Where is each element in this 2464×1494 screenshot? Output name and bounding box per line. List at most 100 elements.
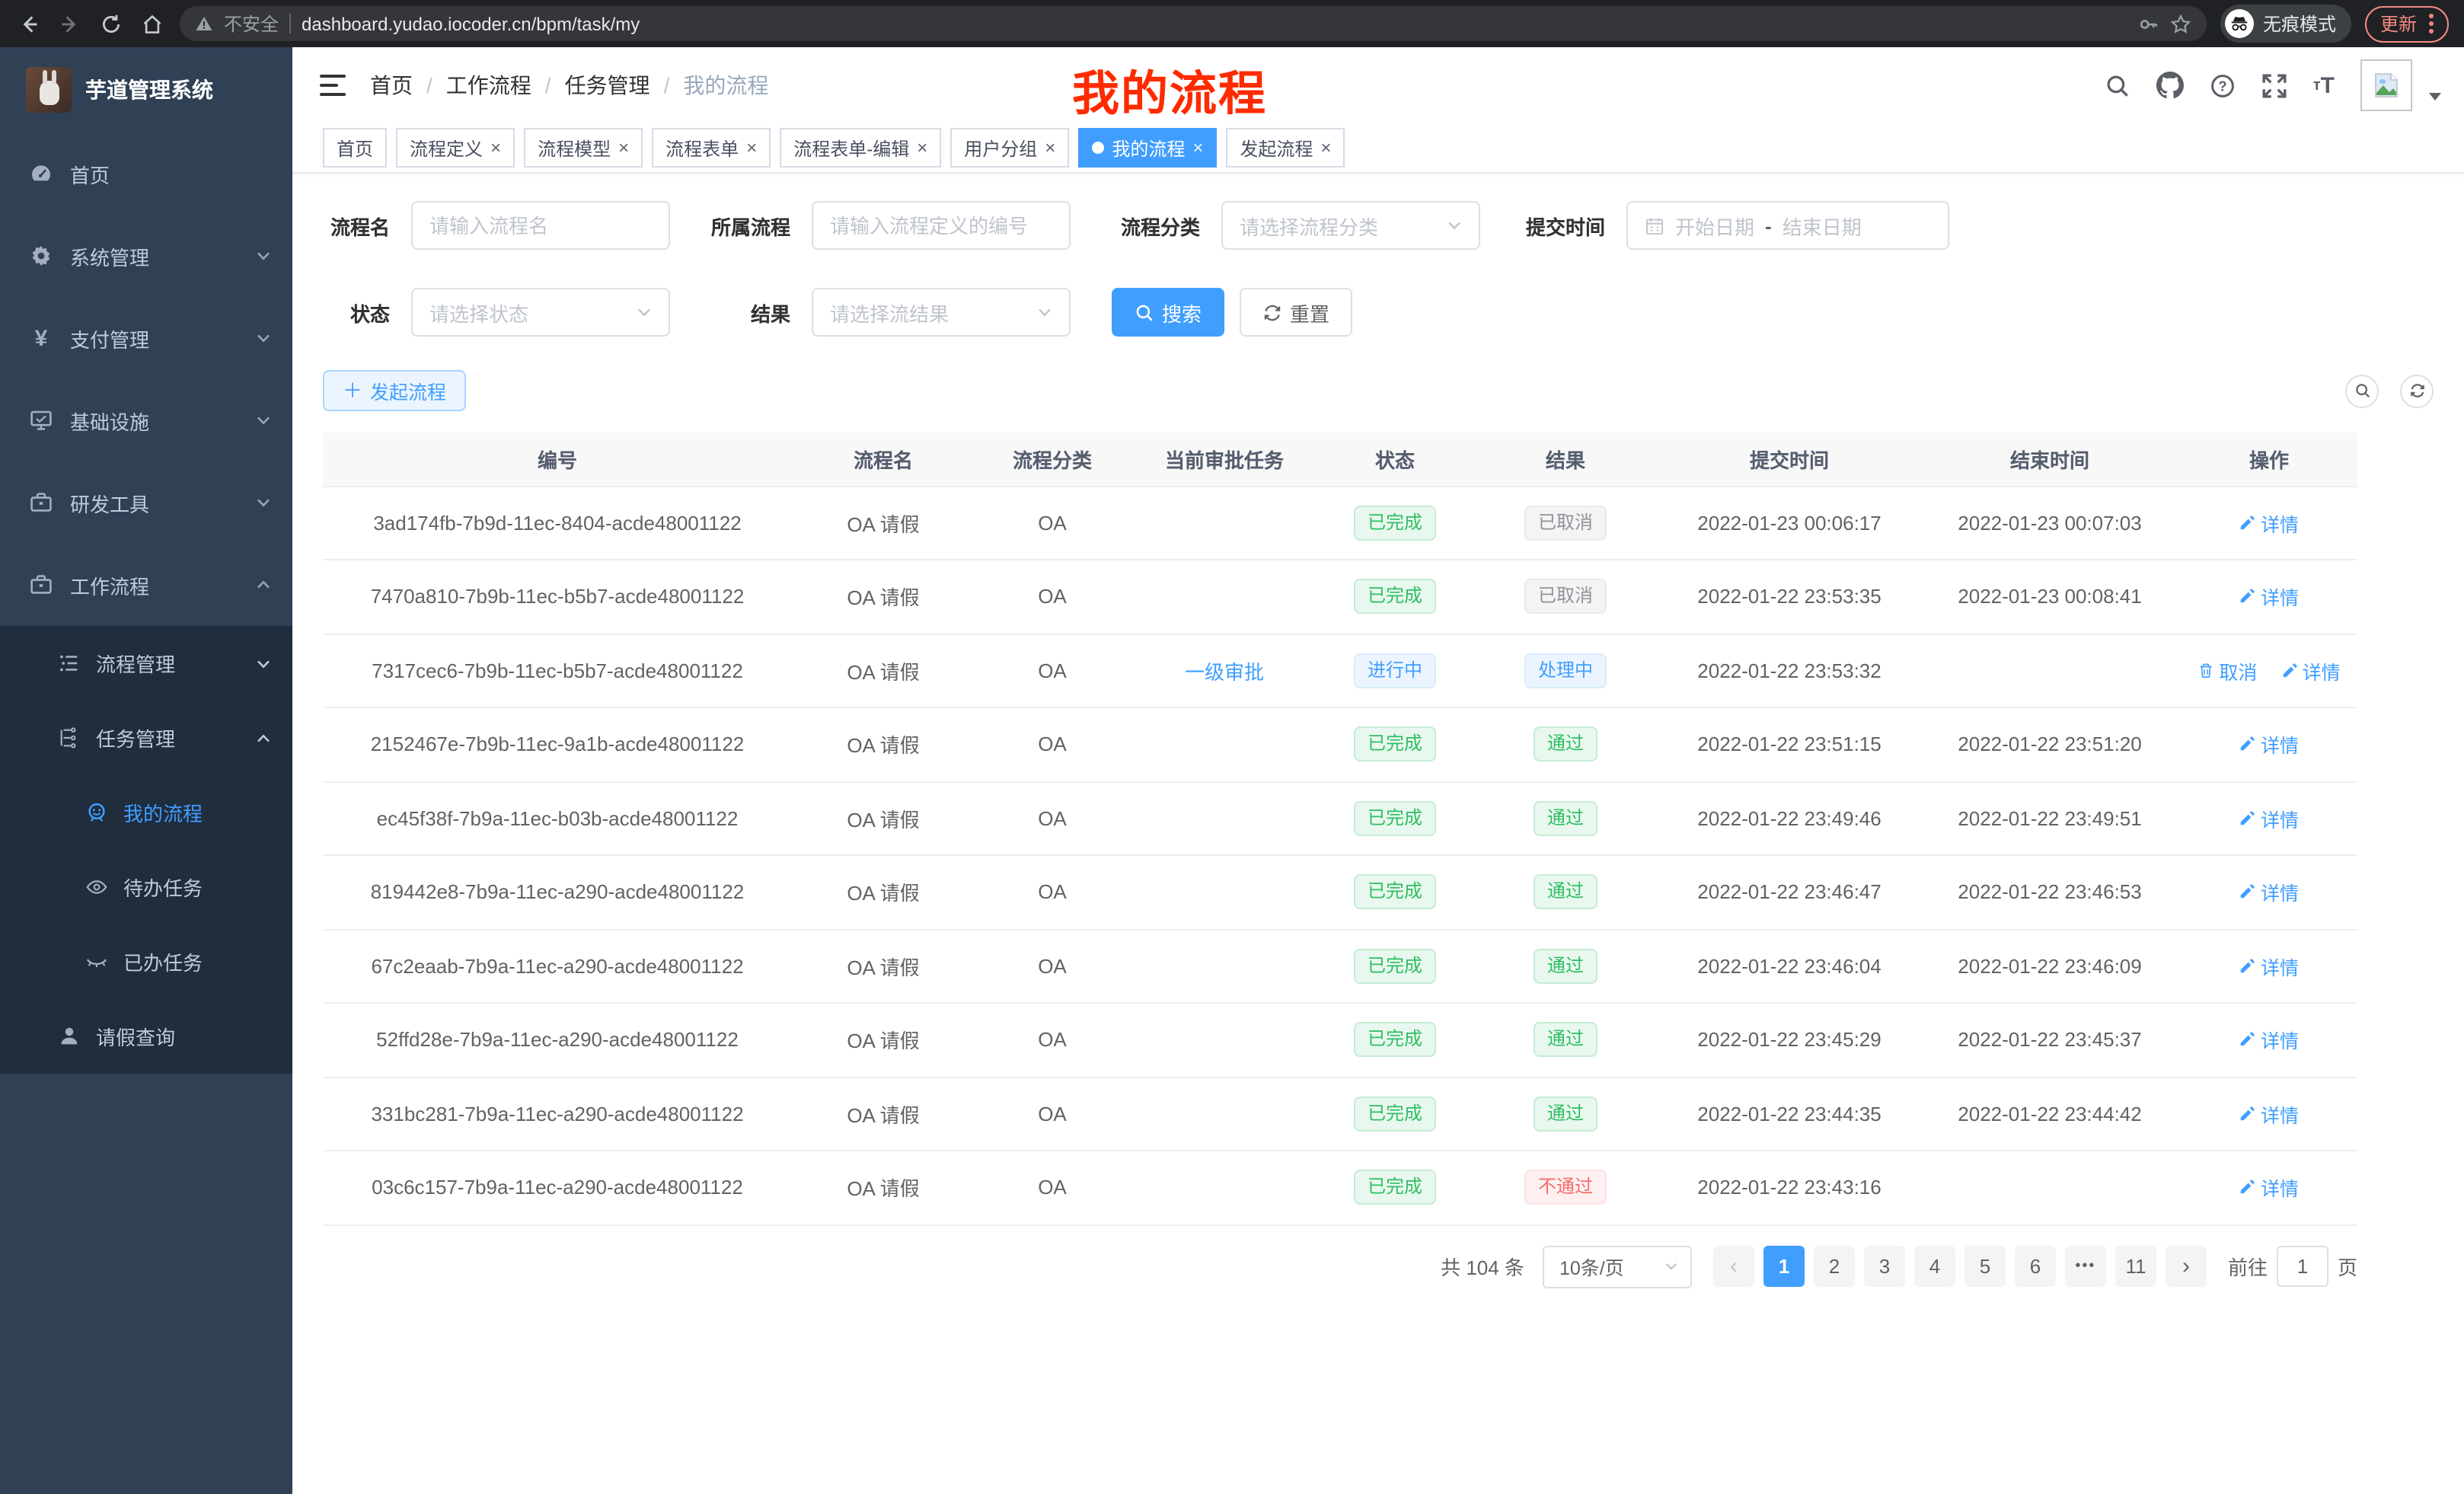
browser-home-icon[interactable] (139, 10, 166, 37)
page-button-3[interactable]: 3 (1864, 1246, 1905, 1287)
sidebar-item-todo-tasks[interactable]: 待办任务 (0, 850, 292, 924)
sidebar-item-infrastructure[interactable]: 基础设施 (0, 379, 292, 461)
sidebar-item-done-tasks[interactable]: 已办任务 (0, 924, 292, 999)
page-button-11[interactable]: 11 (2115, 1246, 2156, 1287)
sidebar-item-workflow[interactable]: 工作流程 (0, 544, 292, 626)
sidebar-item-home[interactable]: 首页 (0, 132, 292, 215)
more-pages-button[interactable]: ••• (2065, 1246, 2106, 1287)
current-task-link[interactable]: 一级审批 (1185, 661, 1264, 684)
close-icon[interactable]: × (1192, 139, 1203, 157)
close-icon[interactable]: × (1045, 139, 1055, 157)
process-definition-input[interactable] (812, 201, 1071, 250)
address-bar[interactable]: 不安全 dashboard.yudao.iocoder.cn/bpm/task/… (180, 6, 2207, 41)
detail-link[interactable]: 详情 (2239, 1026, 2299, 1055)
result-badge: 已取消 (1524, 579, 1607, 615)
sidebar-item-task-management[interactable]: 任务管理 (0, 701, 292, 775)
goto-page-input[interactable] (2277, 1246, 2328, 1287)
category-select[interactable]: 请选择流程分类 (1221, 201, 1480, 250)
tab-process-definition[interactable]: 流程定义× (396, 128, 515, 168)
close-icon[interactable]: × (618, 139, 629, 157)
detail-link[interactable]: 详情 (2239, 952, 2299, 981)
show-search-toggle-button[interactable] (2345, 374, 2379, 407)
reset-button[interactable]: 重置 (1240, 288, 1352, 337)
cell-id: 2152467e-7b9b-11ec-9a1b-acde48001122 (323, 707, 792, 781)
url-divider (289, 14, 291, 34)
collapse-sidebar-icon[interactable] (320, 75, 346, 96)
sidebar-item-payment[interactable]: ¥ 支付管理 (0, 297, 292, 379)
detail-link[interactable]: 详情 (2239, 804, 2299, 833)
key-icon[interactable] (2138, 13, 2159, 34)
tab-process-form-edit[interactable]: 流程表单-编辑× (780, 128, 941, 168)
detail-link[interactable]: 详情 (2239, 583, 2299, 611)
detail-link[interactable]: 详情 (2239, 878, 2299, 907)
result-select[interactable]: 请选择流结果 (812, 288, 1071, 337)
breadcrumb-workflow[interactable]: 工作流程 (446, 70, 531, 101)
page-button-4[interactable]: 4 (1914, 1246, 1955, 1287)
cancel-link[interactable]: 取消 (2197, 656, 2257, 685)
github-icon[interactable] (2156, 72, 2184, 99)
close-icon[interactable]: × (917, 139, 927, 157)
page-title-annotation: 我的流程 (1072, 55, 1267, 123)
prev-page-button[interactable]: ‹ (1713, 1246, 1754, 1287)
breadcrumb: 首页 / 工作流程 / 任务管理 / 我的流程 (370, 70, 768, 101)
help-icon[interactable]: ? (2210, 72, 2236, 98)
browser-update-button[interactable]: 更新 (2365, 5, 2449, 42)
cell-category: OA (975, 929, 1130, 1003)
cell-task (1130, 781, 1319, 855)
chevron-down-icon[interactable] (2429, 92, 2441, 100)
close-icon[interactable]: × (746, 139, 757, 157)
status-select[interactable]: 请选择状态 (411, 288, 670, 337)
status-badge: 已完成 (1354, 875, 1436, 910)
page-button-5[interactable]: 5 (1964, 1246, 2006, 1287)
next-page-button[interactable]: › (2166, 1246, 2207, 1287)
browser-back-icon[interactable] (15, 10, 43, 37)
sidebar-item-devtools[interactable]: 研发工具 (0, 461, 292, 544)
browser-forward-icon[interactable] (56, 10, 84, 37)
svg-text:?: ? (2218, 78, 2226, 93)
sidebar-item-leave-query[interactable]: 请假查询 (0, 999, 292, 1074)
detail-link[interactable]: 详情 (2239, 1173, 2299, 1202)
briefcase-icon (29, 490, 53, 515)
search-icon[interactable] (2105, 72, 2130, 98)
submit-time-range-picker[interactable]: 开始日期 - 结束日期 (1626, 201, 1949, 250)
tab-process-model[interactable]: 流程模型× (524, 128, 643, 168)
bookmark-star-icon[interactable] (2170, 13, 2191, 34)
chevron-down-icon (1447, 218, 1462, 233)
detail-link[interactable]: 详情 (2239, 1100, 2299, 1128)
detail-link[interactable]: 详情 (2239, 509, 2299, 538)
sidebar-item-process-management[interactable]: 流程管理 (0, 626, 292, 701)
browser-menu-icon[interactable] (2429, 14, 2434, 34)
page-button-6[interactable]: 6 (2015, 1246, 2056, 1287)
sidebar-item-system[interactable]: 系统管理 (0, 215, 292, 297)
tab-start-process[interactable]: 发起流程× (1226, 128, 1345, 168)
font-size-icon[interactable]: тT (2313, 72, 2335, 98)
cell-task (1130, 486, 1319, 560)
tab-process-form[interactable]: 流程表单× (652, 128, 771, 168)
detail-link[interactable]: 详情 (2281, 656, 2341, 685)
page-size-select[interactable]: 10条/页 (1543, 1245, 1692, 1288)
tab-my-process[interactable]: 我的流程× (1078, 128, 1217, 168)
detail-link[interactable]: 详情 (2239, 730, 2299, 759)
fullscreen-icon[interactable] (2261, 72, 2287, 98)
tab-user-group[interactable]: 用户分组× (950, 128, 1069, 168)
cell-category: OA (975, 1077, 1130, 1151)
filter-submit-time-label: 提交时间 (1517, 211, 1605, 240)
browser-reload-icon[interactable] (97, 10, 125, 37)
page-button-2[interactable]: 2 (1814, 1246, 1855, 1287)
breadcrumb-home[interactable]: 首页 (370, 70, 413, 101)
cell-end-time: 2022-01-22 23:51:20 (1919, 707, 2181, 781)
search-button[interactable]: 搜索 (1112, 288, 1224, 337)
avatar[interactable] (2360, 59, 2412, 111)
filter-category-label: 流程分类 (1112, 211, 1200, 240)
sidebar-item-my-process[interactable]: 我的流程 (0, 775, 292, 850)
process-name-input[interactable] (411, 201, 670, 250)
close-icon[interactable]: × (490, 139, 501, 157)
page-button-1[interactable]: 1 (1763, 1246, 1805, 1287)
refresh-table-button[interactable] (2400, 374, 2434, 407)
result-badge: 通过 (1534, 949, 1597, 984)
start-process-button[interactable]: ＋发起流程 (323, 370, 466, 411)
breadcrumb-task-management[interactable]: 任务管理 (565, 70, 650, 101)
tab-home[interactable]: 首页 (323, 128, 387, 168)
smiley-face-icon (85, 801, 108, 824)
close-icon[interactable]: × (1320, 139, 1331, 157)
